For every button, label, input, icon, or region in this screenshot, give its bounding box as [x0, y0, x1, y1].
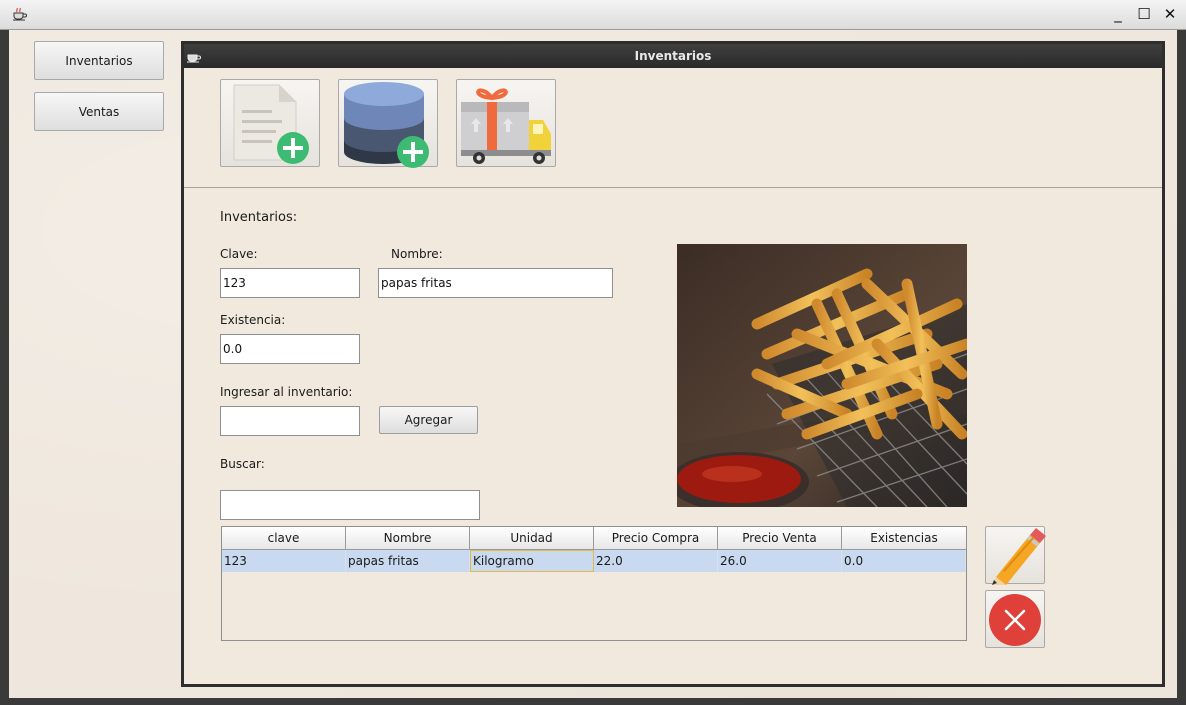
table-row[interactable]: 123 papas fritas Kilogramo 22.0 26.0 0.0: [222, 550, 966, 572]
maximize-button[interactable]: ☐: [1136, 6, 1152, 22]
column-header-existencias[interactable]: Existencias: [842, 527, 966, 550]
buscar-label: Buscar:: [220, 457, 265, 471]
pencil-edit-icon: [992, 528, 1046, 585]
delete-icon: [989, 594, 1041, 646]
cell-existencias[interactable]: 0.0: [842, 550, 966, 572]
internal-frame-title: Inventarios: [634, 49, 712, 63]
window-titlebar: _ ☐ ✕: [0, 0, 1186, 30]
clave-label: Clave:: [220, 247, 258, 261]
ventas-nav-button[interactable]: Ventas: [34, 92, 164, 131]
existencia-input[interactable]: [220, 334, 360, 364]
new-document-icon: [233, 84, 309, 164]
product-photo: [677, 244, 967, 507]
add-database-button[interactable]: [338, 79, 438, 168]
toolbar-separator: [184, 187, 1162, 188]
edit-button[interactable]: [985, 526, 1046, 585]
clave-input[interactable]: [220, 268, 360, 298]
add-database-icon: [344, 82, 429, 168]
java-coffee-icon: [13, 7, 27, 21]
column-header-precio-venta[interactable]: Precio Venta: [718, 527, 842, 550]
delivery-button[interactable]: [456, 79, 556, 167]
column-header-unidad[interactable]: Unidad: [470, 527, 594, 550]
buscar-input[interactable]: [220, 490, 480, 520]
ingresar-inventario-input[interactable]: [220, 406, 360, 436]
inventarios-nav-button[interactable]: Inventarios: [34, 41, 164, 80]
column-header-clave[interactable]: clave: [222, 527, 346, 550]
inventarios-internal-frame: Inventarios Inventarios: Clave: 123 Nomb…: [181, 41, 1165, 687]
cell-nombre[interactable]: papas fritas: [346, 550, 470, 572]
cell-precio-compra[interactable]: 22.0: [594, 550, 718, 572]
ingresar-inventario-label: Ingresar al inventario:: [220, 385, 353, 399]
inventory-table[interactable]: clave Nombre Unidad Precio Compra Precio…: [221, 526, 967, 641]
column-header-precio-compra[interactable]: Precio Compra: [594, 527, 718, 550]
java-coffee-icon: [187, 54, 201, 63]
nombre-input[interactable]: [378, 268, 613, 298]
cell-clave[interactable]: 123: [222, 550, 346, 572]
delivery-truck-icon: [461, 88, 551, 164]
application-window: _ ☐ ✕ Inventarios Ventas Inventarios Inv…: [0, 0, 1186, 705]
column-header-nombre[interactable]: Nombre: [346, 527, 470, 550]
new-document-button[interactable]: [220, 79, 320, 167]
internal-frame-titlebar: Inventarios: [184, 44, 1162, 68]
inventarios-section-title: Inventarios:: [220, 210, 298, 225]
window-controls: _ ☐ ✕: [1110, 6, 1178, 22]
table-header: clave Nombre Unidad Precio Compra Precio…: [222, 527, 966, 550]
minimize-button[interactable]: _: [1110, 6, 1126, 22]
existencia-label: Existencia:: [220, 313, 286, 327]
main-content-area: Inventarios Ventas Inventarios Inventari…: [9, 30, 1177, 698]
cell-precio-venta[interactable]: 26.0: [718, 550, 842, 572]
nombre-label: Nombre:: [391, 247, 443, 261]
agregar-button[interactable]: Agregar: [379, 406, 478, 434]
cell-unidad[interactable]: Kilogramo: [470, 550, 594, 572]
close-button[interactable]: ✕: [1162, 6, 1178, 22]
delete-button[interactable]: [985, 590, 1045, 648]
